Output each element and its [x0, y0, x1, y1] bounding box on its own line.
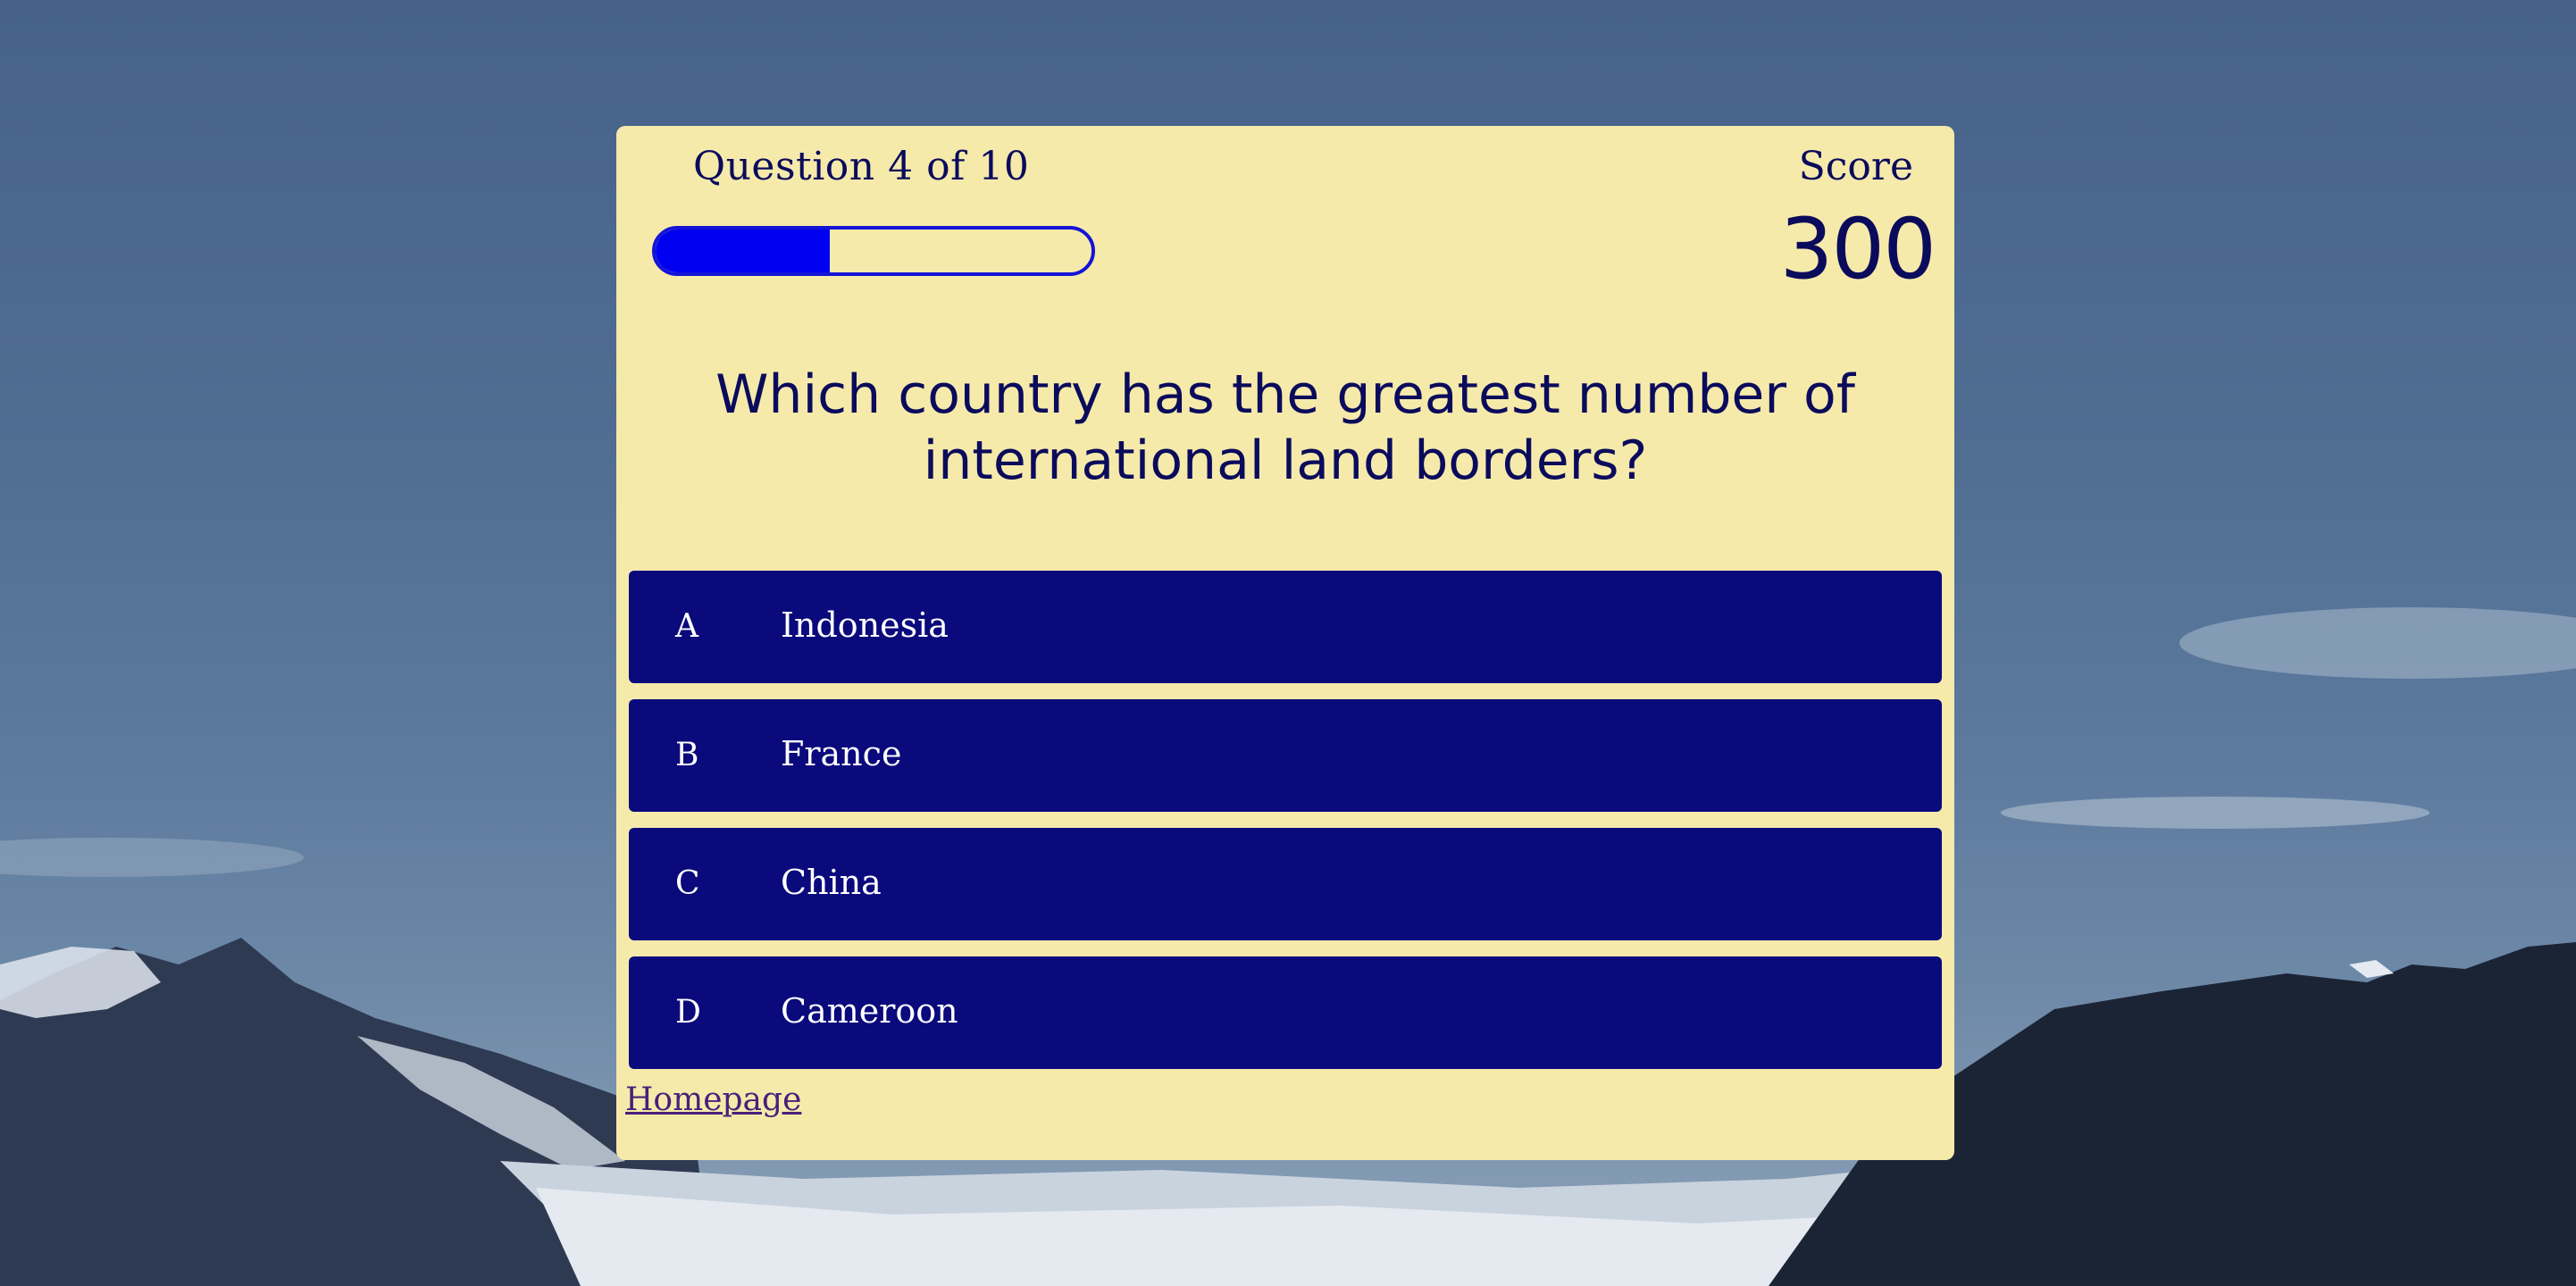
answer-text: China: [781, 863, 882, 902]
answer-letter: C: [675, 865, 700, 902]
quiz-card: Question 4 of 10 Score 300 Which country…: [616, 126, 1954, 1160]
answer-text: Cameroon: [781, 991, 958, 1031]
answer-letter: A: [675, 608, 698, 645]
answer-text: Indonesia: [781, 605, 949, 645]
answer-option-a[interactable]: A Indonesia: [629, 571, 1942, 683]
answer-list: A Indonesia B France C China D Cameroon: [629, 571, 1942, 1085]
progress-bar: [652, 226, 1095, 276]
answer-letter: B: [675, 737, 699, 773]
homepage-link[interactable]: Homepage: [625, 1081, 801, 1118]
question-text: Which country has the greatest number of…: [715, 363, 1855, 492]
answer-text: France: [781, 734, 902, 773]
question-counter: Question 4 of 10: [693, 144, 1030, 189]
answer-letter: D: [675, 994, 701, 1031]
answer-option-b[interactable]: B France: [629, 699, 1942, 812]
answer-option-d[interactable]: D Cameroon: [629, 956, 1942, 1069]
score-label: Score: [1798, 144, 1913, 189]
progress-bar-fill: [656, 230, 831, 272]
score-value: 300: [1779, 201, 1936, 298]
answer-option-c[interactable]: C China: [629, 828, 1942, 940]
